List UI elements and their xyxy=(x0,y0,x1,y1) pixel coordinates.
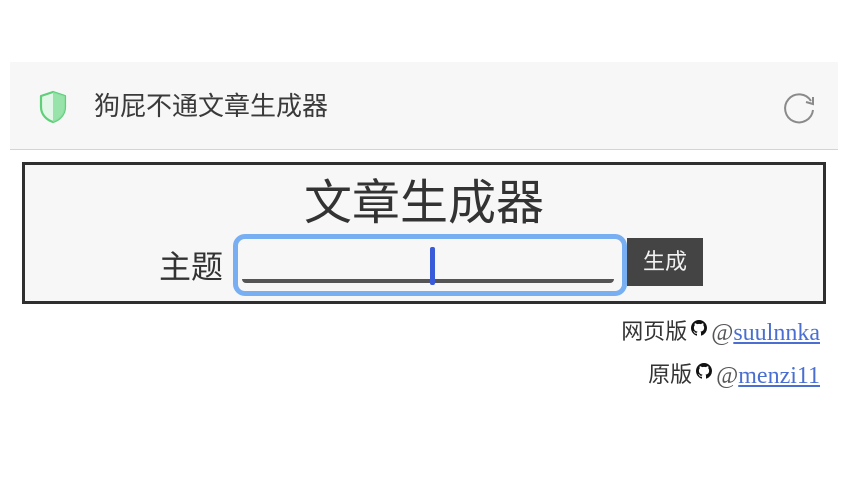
generator-heading: 文章生成器 xyxy=(303,175,544,231)
credit-label: 原版 xyxy=(648,363,693,388)
generate-button[interactable]: 生成 xyxy=(627,238,703,286)
app-bar: 狗屁不通文章生成器 xyxy=(10,62,838,150)
at-sign: @ xyxy=(711,320,734,346)
generator-panel: 文章生成器 主题 生成 xyxy=(22,162,826,304)
page: 狗屁不通文章生成器 文章生成器 主题 生成 网页版 @ suulnnka 原版 … xyxy=(0,0,858,483)
credit-web-version: 网页版 @ suulnnka xyxy=(621,318,820,348)
github-icon xyxy=(691,320,708,336)
app-title: 狗屁不通文章生成器 xyxy=(94,92,329,122)
author-link-suulnnka[interactable]: suulnnka xyxy=(733,318,820,348)
at-sign: @ xyxy=(716,363,739,389)
reload-icon[interactable] xyxy=(780,88,818,126)
topic-input-frame xyxy=(233,234,627,296)
topic-input[interactable] xyxy=(242,243,614,283)
credit-label: 网页版 xyxy=(621,320,688,345)
author-link-menzi11[interactable]: menzi11 xyxy=(738,361,820,391)
text-caret xyxy=(430,247,435,285)
topic-label: 主题 xyxy=(159,248,224,286)
github-icon xyxy=(696,363,713,379)
shield-icon xyxy=(39,90,67,124)
credit-original-version: 原版 @ menzi11 xyxy=(648,361,820,391)
